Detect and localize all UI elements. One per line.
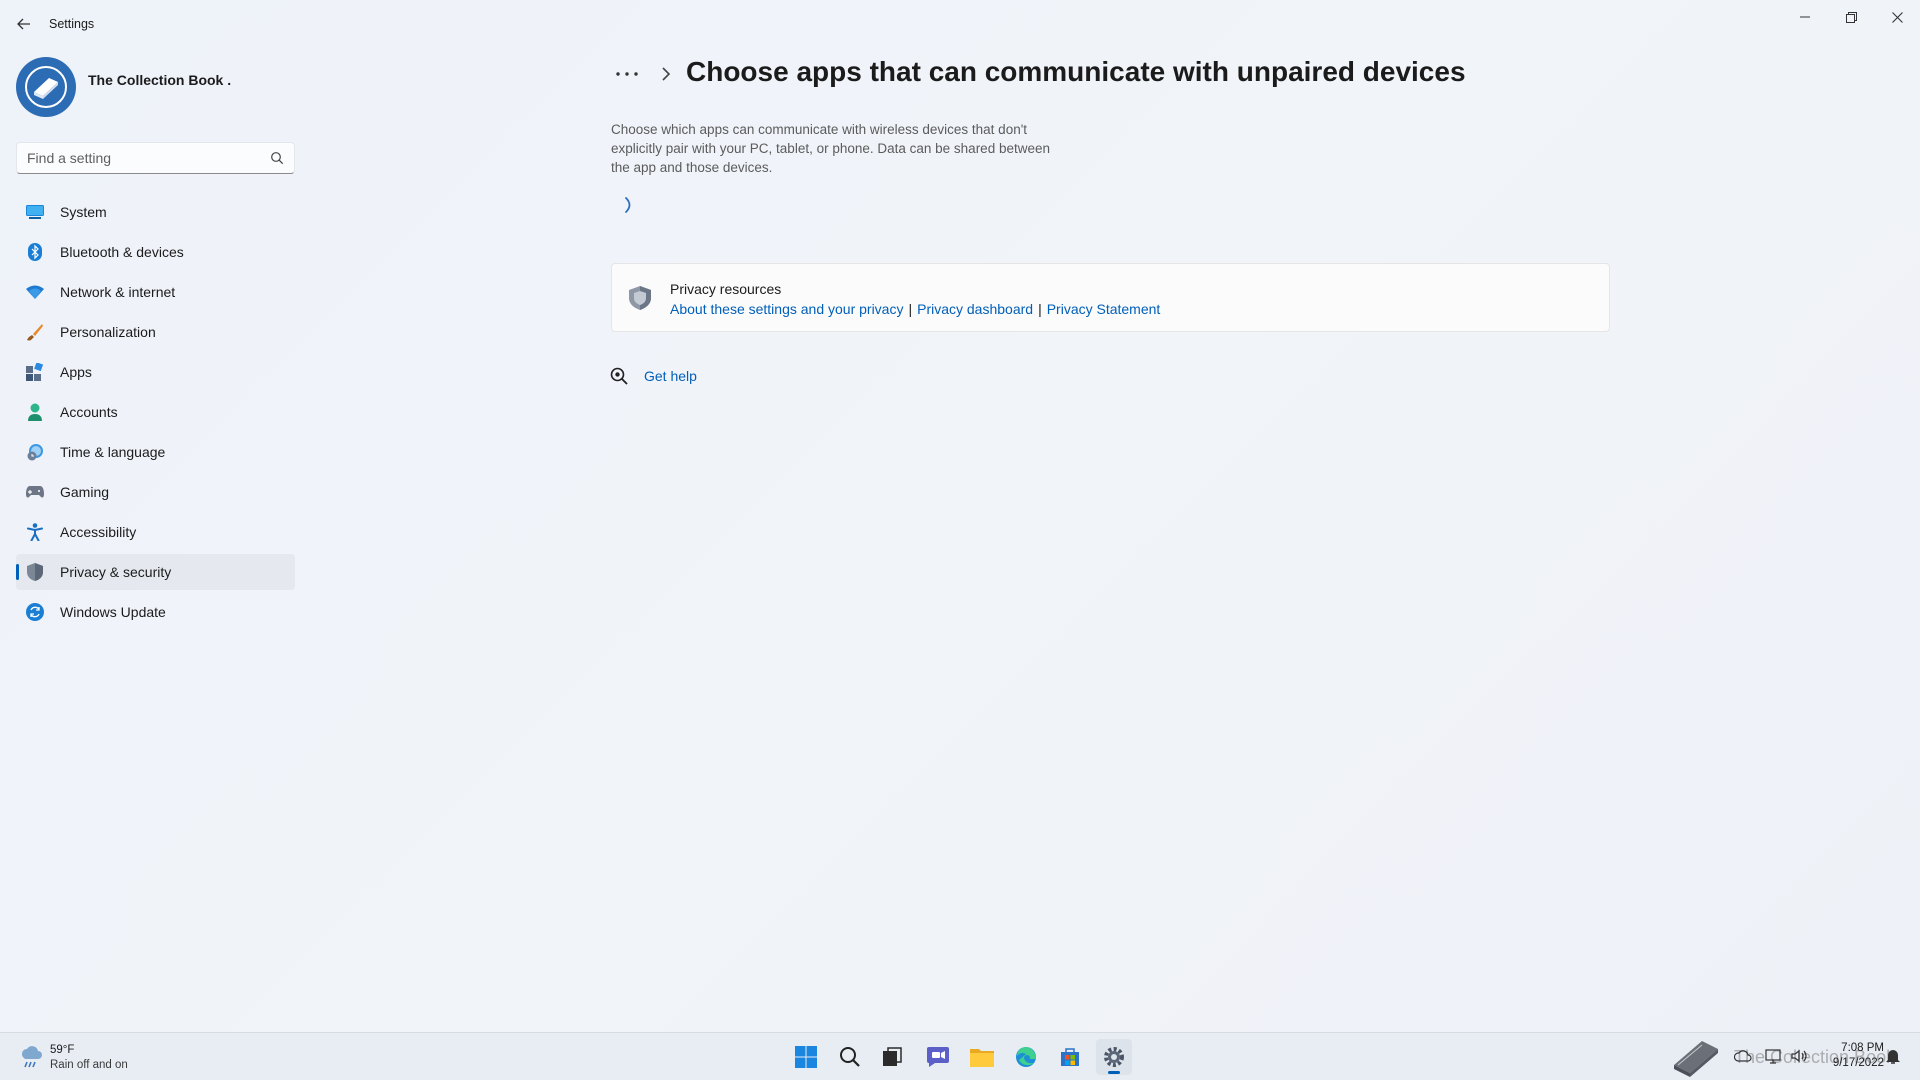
sidebar-item-time-language[interactable]: Time & language (16, 434, 295, 470)
weather-condition: Rain off and on (50, 1059, 128, 1071)
weather-temp: 59°F (50, 1044, 75, 1056)
sidebar-nav: System Bluetooth & devices Network & int… (16, 194, 295, 634)
link-separator: | (1038, 301, 1042, 317)
sidebar-item-system[interactable]: System (16, 194, 295, 230)
network-status-icon[interactable] (1764, 1047, 1782, 1065)
back-button[interactable] (10, 12, 38, 36)
file-explorer-button[interactable] (964, 1039, 1000, 1075)
taskbar: 59°F Rain off and on The Collection Book… (0, 1032, 1920, 1080)
windows-start-icon (795, 1046, 817, 1068)
notification-bell-icon[interactable] (1884, 1047, 1902, 1065)
weather-widget[interactable]: 59°F Rain off and on (16, 1041, 156, 1075)
network-icon (26, 283, 44, 301)
cloud-icon[interactable] (1734, 1047, 1752, 1065)
privacy-shield-icon (629, 286, 651, 310)
clock-time: 7:08 PM (1841, 1042, 1884, 1054)
store-icon (1061, 1048, 1079, 1066)
task-view-button[interactable] (874, 1039, 910, 1075)
chat-icon (927, 1047, 949, 1067)
system-icon (26, 203, 44, 221)
volume-icon[interactable] (1790, 1047, 1808, 1065)
about-privacy-link[interactable]: About these settings and your privacy (670, 301, 903, 317)
time-language-icon (26, 443, 44, 461)
sidebar-item-accounts[interactable]: Accounts (16, 394, 295, 430)
search-box[interactable] (16, 142, 295, 174)
settings-icon (1104, 1047, 1124, 1067)
breadcrumb-more-button[interactable] (612, 60, 642, 88)
edge-icon (1016, 1047, 1036, 1067)
start-button[interactable] (788, 1039, 824, 1075)
privacy-shield-icon (26, 563, 44, 581)
privacy-statement-link[interactable]: Privacy Statement (1047, 301, 1161, 317)
restore-icon (1845, 11, 1857, 23)
search-input[interactable] (27, 143, 257, 173)
get-help-icon (610, 367, 628, 385)
rain-cloud-icon (21, 1046, 42, 1068)
back-arrow-icon (17, 18, 30, 30)
edge-button[interactable] (1008, 1039, 1044, 1075)
get-help-link[interactable]: Get help (644, 368, 697, 384)
avatar[interactable] (16, 57, 76, 117)
taskbar-search-button[interactable] (832, 1039, 868, 1075)
sidebar-item-apps[interactable]: Apps (16, 354, 295, 390)
chat-button[interactable] (920, 1039, 956, 1075)
close-icon (1891, 11, 1903, 23)
privacy-resources-card: Privacy resources About these settings a… (611, 263, 1610, 332)
minimize-icon (1800, 16, 1810, 18)
profile-name: The Collection Book . (88, 72, 232, 88)
page-title: Choose apps that can communicate with un… (686, 56, 1466, 87)
store-button[interactable] (1052, 1039, 1088, 1075)
personalization-icon (26, 323, 44, 341)
bluetooth-icon (26, 243, 44, 261)
privacy-resources-links: About these settings and your privacy | Pr… (670, 301, 1160, 317)
windows-update-icon (26, 603, 44, 621)
search-icon[interactable] (270, 151, 284, 165)
privacy-dashboard-link[interactable]: Privacy dashboard (917, 301, 1033, 317)
title-bar: Settings (0, 0, 1920, 48)
apps-icon (26, 363, 44, 381)
minimize-button[interactable] (1782, 2, 1828, 32)
sidebar-item-personalization[interactable]: Personalization (16, 314, 295, 350)
restore-button[interactable] (1828, 2, 1874, 32)
close-button[interactable] (1874, 2, 1920, 32)
file-explorer-icon (970, 1049, 994, 1067)
loading-spinner-icon (625, 197, 631, 213)
book-logo-icon (25, 66, 67, 108)
search-icon (840, 1047, 860, 1067)
link-separator: | (908, 301, 913, 317)
sidebar-item-privacy-security[interactable]: Privacy & security (16, 554, 295, 590)
page-description: Choose which apps can communicate with w… (611, 122, 1050, 175)
sidebar-item-gaming[interactable]: Gaming (16, 474, 295, 510)
more-icon (616, 72, 638, 76)
accessibility-icon (26, 523, 44, 541)
privacy-resources-title: Privacy resources (670, 281, 782, 297)
sidebar-item-network[interactable]: Network & internet (16, 274, 295, 310)
gaming-icon (26, 483, 44, 501)
sidebar-item-bluetooth[interactable]: Bluetooth & devices (16, 234, 295, 270)
app-title: Settings (49, 17, 95, 31)
taskbar-clock[interactable]: 7:08 PM 9/17/2022 (1820, 1041, 1884, 1071)
task-view-icon (883, 1047, 902, 1066)
settings-window: Settings The Collection Book . System (0, 0, 1920, 1032)
accounts-icon (26, 403, 44, 421)
sidebar-item-accessibility[interactable]: Accessibility (16, 514, 295, 550)
chevron-right-icon (662, 67, 671, 81)
collection-book-logo-icon (1674, 1041, 1718, 1077)
clock-date: 9/17/2022 (1832, 1057, 1884, 1069)
sidebar-item-windows-update[interactable]: Windows Update (16, 594, 295, 630)
settings-taskbar-button[interactable] (1096, 1039, 1132, 1075)
